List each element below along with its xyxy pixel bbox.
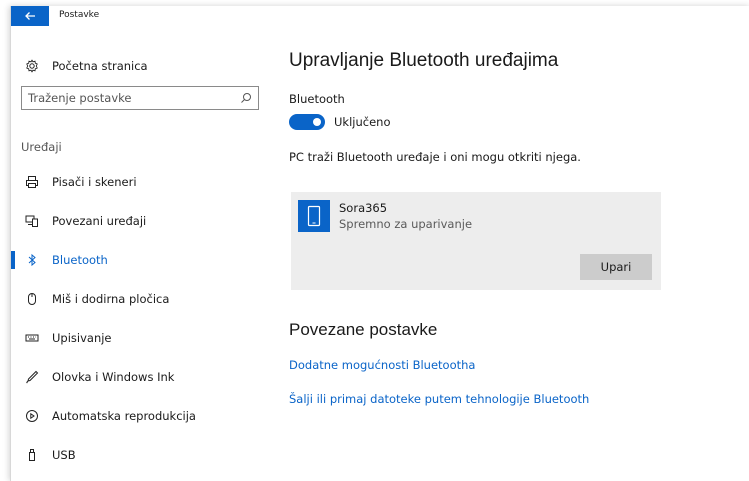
printer-icon bbox=[25, 175, 39, 189]
sidebar-item-autoplay[interactable]: Automatska reprodukcija bbox=[11, 398, 266, 434]
related-settings-heading: Povezane postavke bbox=[289, 320, 438, 339]
search-placeholder: Traženje postavke bbox=[28, 91, 132, 105]
autoplay-icon bbox=[25, 409, 39, 423]
section-heading: Uređaji bbox=[21, 140, 62, 154]
gear-icon bbox=[25, 59, 39, 73]
sidebar: Početna stranica Traženje postavke Uređa… bbox=[11, 26, 271, 481]
settings-window: Postavke Početna stranica Traženje posta… bbox=[10, 6, 749, 481]
sidebar-item-label: Automatska reprodukcija bbox=[52, 409, 196, 423]
sidebar-item-mouse[interactable]: Miš i dodirna pločica bbox=[11, 281, 266, 317]
pair-button[interactable]: Upari bbox=[580, 254, 652, 280]
sidebar-item-connected-devices[interactable]: Povezani uređaji bbox=[11, 203, 266, 239]
usb-icon bbox=[25, 448, 39, 462]
sidebar-item-label: Miš i dodirna pločica bbox=[52, 292, 170, 306]
send-receive-files-link[interactable]: Šalji ili primaj datoteke putem tehnolog… bbox=[289, 392, 589, 406]
sidebar-item-label: Bluetooth bbox=[52, 253, 108, 267]
sidebar-item-typing[interactable]: Upisivanje bbox=[11, 320, 266, 356]
sidebar-item-label: Pisači i skeneri bbox=[52, 175, 137, 189]
discovery-description: PC traži Bluetooth uređaje i oni mogu ot… bbox=[289, 150, 581, 164]
search-input[interactable]: Traženje postavke bbox=[21, 86, 259, 110]
mouse-icon bbox=[25, 292, 39, 306]
pen-icon bbox=[25, 370, 39, 384]
bluetooth-label: Bluetooth bbox=[289, 92, 345, 106]
sidebar-item-label: Početna stranica bbox=[52, 59, 148, 73]
back-button[interactable] bbox=[11, 6, 49, 26]
keyboard-icon bbox=[25, 331, 39, 345]
sidebar-item-pen[interactable]: Olovka i Windows Ink bbox=[11, 359, 266, 395]
sidebar-item-label: Povezani uređaji bbox=[52, 214, 147, 228]
toggle-state-label: Uključeno bbox=[334, 115, 391, 129]
device-name: Sora365 bbox=[339, 201, 388, 215]
sidebar-item-label: Upisivanje bbox=[52, 331, 112, 345]
sidebar-item-label: Olovka i Windows Ink bbox=[52, 370, 175, 384]
active-indicator bbox=[11, 251, 15, 269]
phone-icon bbox=[298, 200, 330, 232]
sidebar-item-label: USB bbox=[52, 448, 76, 462]
bluetooth-icon bbox=[25, 253, 39, 267]
title-bar: Postavke bbox=[11, 6, 749, 26]
toggle-knob bbox=[313, 118, 321, 126]
sidebar-item-usb[interactable]: USB bbox=[11, 437, 266, 473]
main-content: Upravljanje Bluetooth uređajima Bluetoot… bbox=[289, 26, 749, 481]
back-arrow-icon bbox=[25, 12, 35, 20]
device-card[interactable]: Sora365 Spremno za uparivanje Upari bbox=[291, 192, 661, 290]
bluetooth-toggle[interactable] bbox=[289, 114, 325, 130]
sidebar-item-printers[interactable]: Pisači i skeneri bbox=[11, 164, 266, 200]
sidebar-item-home[interactable]: Početna stranica bbox=[11, 48, 266, 84]
search-icon[interactable] bbox=[240, 92, 252, 104]
window-title: Postavke bbox=[59, 10, 100, 20]
page-title: Upravljanje Bluetooth uređajima bbox=[289, 50, 559, 71]
sidebar-item-bluetooth[interactable]: Bluetooth bbox=[11, 242, 266, 278]
connected-devices-icon bbox=[25, 214, 39, 228]
device-status: Spremno za uparivanje bbox=[339, 217, 473, 231]
more-bluetooth-options-link[interactable]: Dodatne mogućnosti Bluetootha bbox=[289, 358, 475, 372]
